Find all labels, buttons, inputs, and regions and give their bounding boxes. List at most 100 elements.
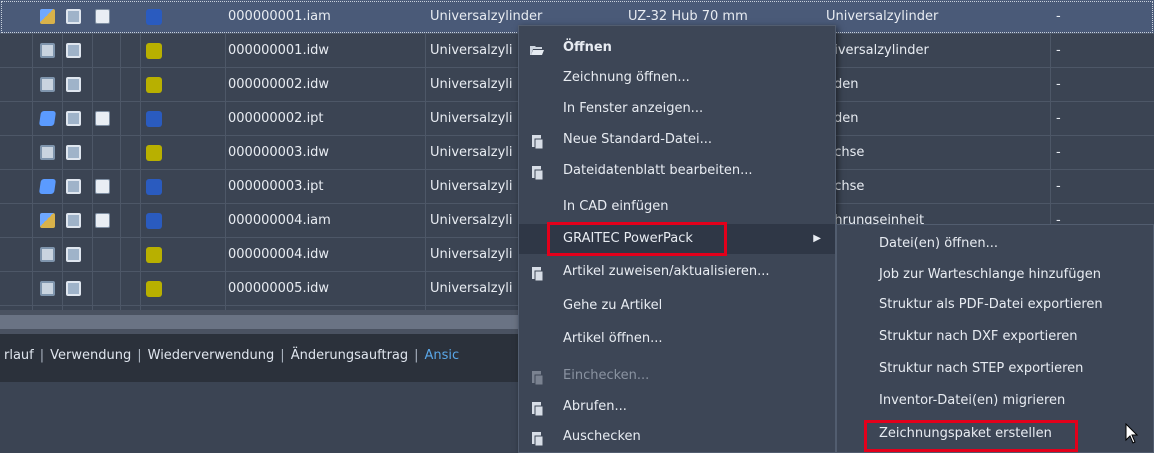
mouse-cursor-icon (1125, 423, 1139, 444)
filename-cell: 000000001.idw (228, 43, 330, 58)
tab-separator: | (280, 348, 285, 363)
submenu-item[interactable]: Struktur als PDF-Datei exportieren (837, 289, 1153, 321)
context-menu-item[interactable]: Dateidatenblatt bearbeiten... (519, 156, 835, 186)
context-menu-item[interactable]: Zeichnung öffnen... (519, 63, 835, 93)
category-cell: oden (826, 111, 859, 126)
context-menu-item-label: Abrufen... (563, 399, 627, 414)
context-menu-item-label: Neue Standard-Datei... (563, 132, 713, 147)
category-cell: niversalzylinder (826, 43, 929, 58)
file-type-icon (66, 111, 81, 126)
context-menu-item-label: Auschecken (563, 429, 641, 444)
file-type-icon (40, 145, 55, 160)
state-color-swatch (146, 43, 162, 59)
file-type-icon (66, 43, 81, 58)
tab-separator: | (137, 348, 142, 363)
state-color-swatch (146, 281, 162, 297)
context-menu-item[interactable]: Artikel öffnen... (519, 324, 835, 354)
checkin-icon (529, 368, 545, 386)
new-file-icon (529, 132, 545, 150)
get-icon (529, 399, 545, 417)
submenu-item[interactable]: Struktur nach DXF exportieren (837, 321, 1153, 353)
file-type-icon (66, 77, 81, 92)
filename-cell: 000000005.idw (228, 281, 330, 296)
submenu-item[interactable]: Job zur Warteschlange hinzufügen (837, 259, 1153, 291)
tab-separator: | (414, 348, 419, 363)
context-menu-item[interactable]: In Fenster anzeigen... (519, 94, 835, 124)
file-type-icon (66, 179, 81, 194)
file-type-icon (95, 9, 110, 24)
context-menu-item-label: Artikel öffnen... (563, 331, 663, 346)
file-type-icon (66, 281, 81, 296)
filename-cell: 000000002.idw (228, 77, 330, 92)
submenu-item-label: Struktur nach DXF exportieren (879, 329, 1078, 344)
scrollbar-thumb[interactable] (0, 315, 530, 329)
submenu-arrow-icon: ▶ (813, 233, 821, 244)
file-type-icon (95, 111, 110, 126)
category-cell: uchse (826, 145, 865, 160)
extra-cell: - (1056, 9, 1061, 24)
submenu-item-label: Struktur nach STEP exportieren (879, 361, 1084, 376)
filename-cell: 000000004.iam (228, 213, 331, 228)
file-type-icon (66, 247, 81, 262)
state-color-swatch (146, 145, 162, 161)
file-type-icon (66, 9, 81, 24)
highlight-box-powerpack (547, 222, 727, 256)
file-type-icon (38, 111, 57, 126)
submenu-item-label: Struktur als PDF-Datei exportieren (879, 297, 1103, 312)
state-color-swatch (146, 9, 162, 25)
checkout-icon (529, 429, 545, 447)
state-color-swatch (146, 213, 162, 229)
extra-cell: - (1056, 43, 1061, 58)
file-type-icon (40, 9, 55, 24)
submenu-item[interactable]: Datei(en) öffnen... (837, 228, 1153, 260)
state-color-swatch (146, 77, 162, 93)
file-type-icon (66, 213, 81, 228)
context-menu-item[interactable]: In CAD einfügen (519, 192, 835, 222)
category-cell: oden (826, 77, 859, 92)
submenu-item-label: Datei(en) öffnen... (879, 236, 998, 251)
state-color-swatch (146, 111, 162, 127)
category-cell: uchse (826, 179, 865, 194)
file-type-icon (95, 179, 110, 194)
filename-cell: 000000002.ipt (228, 111, 324, 126)
datasheet-icon (529, 163, 545, 181)
extra-cell: - (1056, 111, 1061, 126)
tab-separator: | (39, 348, 45, 363)
context-menu-item-label: Zeichnung öffnen... (563, 70, 690, 85)
file-type-icon (40, 213, 55, 228)
file-type-icon (95, 213, 110, 228)
context-menu-item[interactable]: Einchecken... (519, 361, 835, 391)
filename-cell: 000000003.ipt (228, 179, 324, 194)
highlight-box-zeichnungspaket (864, 420, 1078, 452)
bottom-tabs: rlauf | Verwendung | Wiederverwendung | Änderu… (4, 348, 459, 363)
extra-cell: - (1056, 145, 1061, 160)
tab-verwendung[interactable]: Verwendung (50, 348, 131, 363)
file-type-icon (40, 43, 55, 58)
context-menu-item-label: Einchecken... (563, 368, 650, 383)
submenu-item[interactable]: Struktur nach STEP exportieren (837, 353, 1153, 385)
context-menu-item-label: In CAD einfügen (563, 199, 669, 214)
context-menu-item[interactable]: Neue Standard-Datei... (519, 125, 835, 155)
context-menu-item-label: Gehe zu Artikel (563, 298, 663, 313)
state-color-swatch (146, 247, 162, 263)
context-menu-item[interactable]: Auschecken (519, 422, 835, 452)
submenu-item[interactable]: Inventor-Datei(en) migrieren (837, 385, 1153, 417)
context-menu-item[interactable]: Gehe zu Artikel (519, 291, 835, 321)
filename-cell: 000000004.idw (228, 247, 330, 262)
context-menu-item-label: In Fenster anzeigen... (563, 101, 704, 116)
extra-cell: - (1056, 179, 1061, 194)
filename-cell: 000000001.iam (228, 9, 331, 24)
tab-ansicht[interactable]: Ansic (425, 348, 460, 363)
submenu-item-label: Job zur Warteschlange hinzufügen (879, 267, 1101, 282)
tab-aenderungsauftrag[interactable]: Änderungsauftrag (291, 348, 408, 363)
state-color-swatch (146, 179, 162, 195)
context-menu-item[interactable]: Artikel zuweisen/aktualisieren... (519, 257, 835, 287)
context-menu-item[interactable]: Öffnen (519, 33, 835, 63)
file-type-icon (40, 281, 55, 296)
assign-item-icon (529, 264, 545, 282)
category-cell: Universalzylinder (826, 9, 939, 24)
context-menu-item-label: Artikel zuweisen/aktualisieren... (563, 264, 770, 279)
context-menu-item[interactable]: Abrufen... (519, 392, 835, 422)
tab-wiederverwendung[interactable]: Wiederverwendung (148, 348, 275, 363)
tab-verlauf[interactable]: rlauf (4, 348, 34, 363)
